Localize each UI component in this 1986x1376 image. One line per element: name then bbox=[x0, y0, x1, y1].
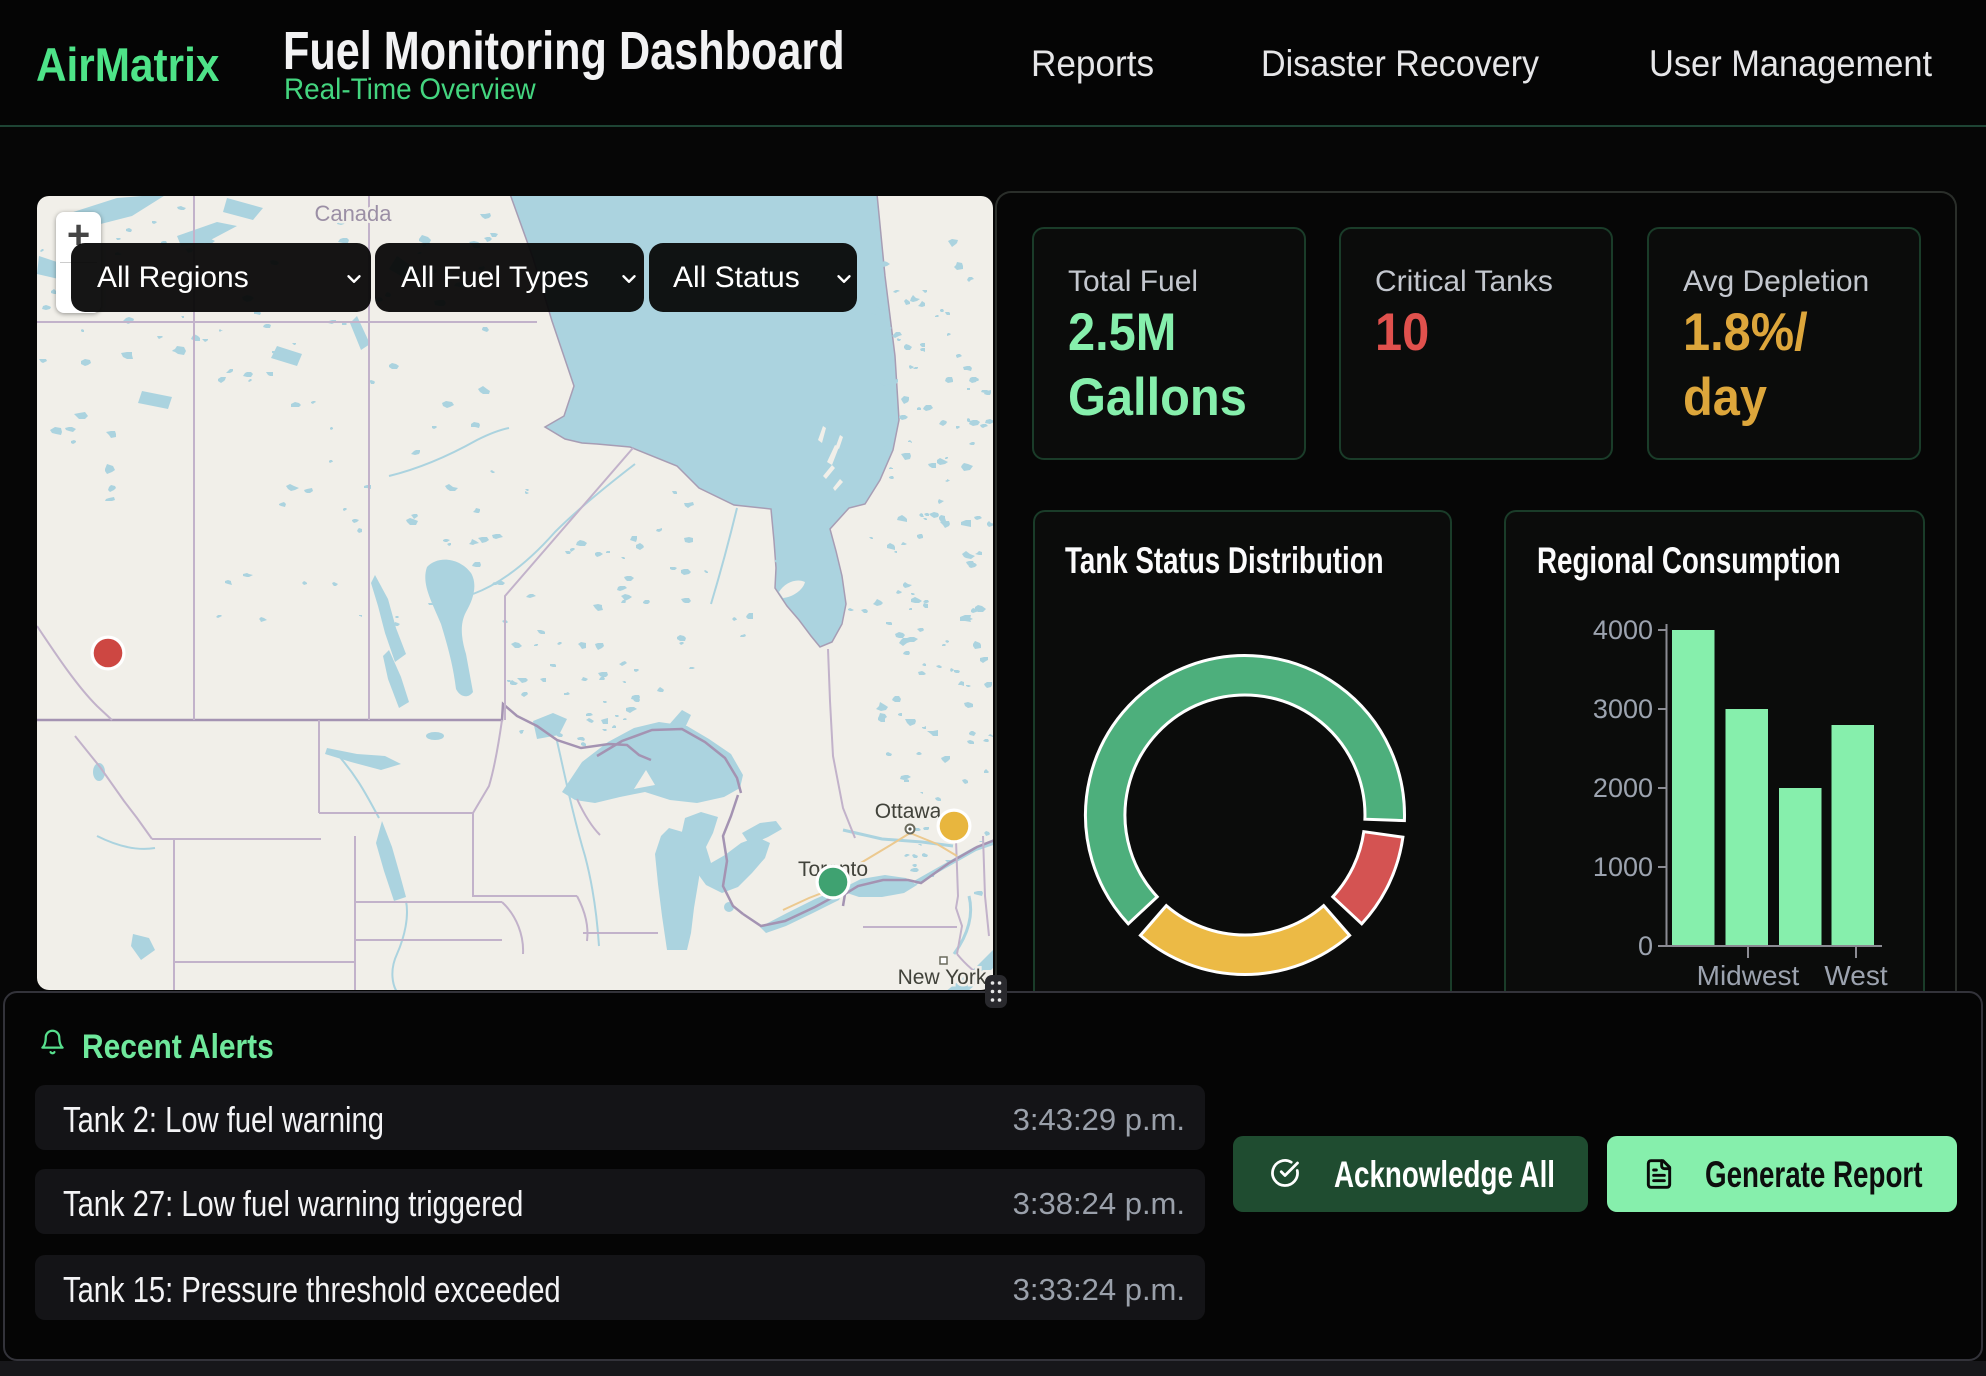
svg-text:4000: 4000 bbox=[1593, 615, 1653, 645]
svg-text:3000: 3000 bbox=[1593, 694, 1653, 724]
svg-text:Midwest: Midwest bbox=[1697, 960, 1800, 991]
svg-text:New York: New York bbox=[898, 966, 987, 989]
svg-text:West: West bbox=[1824, 960, 1887, 991]
svg-text:Ottawa: Ottawa bbox=[875, 800, 942, 823]
svg-text:Canada: Canada bbox=[314, 201, 392, 226]
svg-text:2000: 2000 bbox=[1593, 773, 1653, 803]
svg-text:1000: 1000 bbox=[1593, 852, 1653, 882]
svg-text:0: 0 bbox=[1638, 931, 1653, 961]
